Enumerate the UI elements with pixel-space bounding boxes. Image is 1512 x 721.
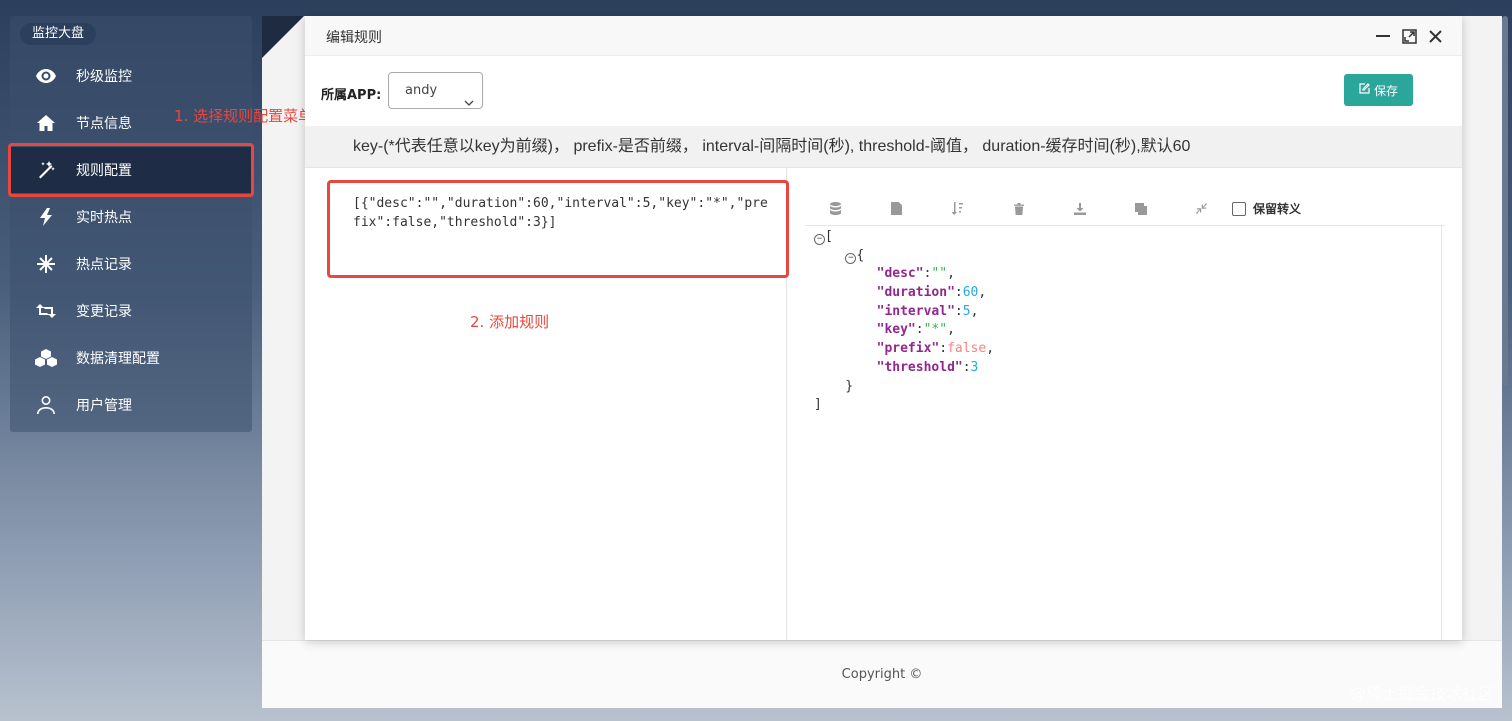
edit-icon (1359, 83, 1370, 97)
cubes-icon (34, 349, 58, 367)
save-button[interactable]: 保存 (1344, 74, 1413, 106)
sort-icon[interactable] (927, 202, 988, 215)
app-label: 所属APP: (321, 88, 382, 103)
user-icon (34, 396, 58, 414)
annotation-step1: 1. 选择规则配置菜单 (174, 107, 314, 125)
chevron-down-icon (464, 85, 474, 120)
json-toolbar: 保留转义 (805, 192, 1445, 226)
save-label: 保存 (1373, 83, 1398, 98)
annotation-step2: 2. 添加规则 (470, 313, 550, 331)
sidebar: 监控大盘 秒级监控 节点信息 规则配置 实时热点 热点记录 变更记录 数据清理配… (10, 16, 252, 432)
highlight-box-menu (8, 143, 254, 197)
maximize-button[interactable] (1399, 26, 1419, 46)
sidebar-item-label: 用户管理 (76, 398, 132, 414)
sidebar-item-label: 实时热点 (76, 210, 132, 226)
collapse-icon[interactable]: − (845, 252, 857, 264)
sidebar-item-second-monitor[interactable]: 秒级监控 (10, 53, 252, 99)
modal-title: 编辑规则 (326, 30, 382, 46)
sidebar-item-label: 秒级监控 (76, 69, 132, 85)
trash-icon[interactable] (988, 202, 1049, 215)
snowflake-icon (34, 255, 58, 273)
sidebar-item-label: 热点记录 (76, 257, 132, 273)
sidebar-item-change-records[interactable]: 变更记录 (10, 288, 252, 334)
home-icon (34, 115, 58, 131)
app-select-value: andy (405, 83, 438, 98)
watermark: @稀土掘金技术社区 (1349, 684, 1494, 703)
keep-escape-checkbox[interactable]: 保留转义 (1232, 200, 1301, 217)
collapse-icon[interactable]: − (814, 234, 825, 245)
checkbox-box[interactable] (1232, 201, 1246, 216)
download-icon[interactable] (1049, 202, 1110, 215)
background-corner (262, 16, 304, 58)
rule-hint: key-(*代表任意以key为前缀)， prefix-是否前缀， interva… (305, 126, 1462, 168)
sidebar-item-label: 数据清理配置 (76, 351, 160, 367)
eye-icon (34, 69, 58, 83)
close-button[interactable] (1425, 26, 1445, 46)
json-view-border (1441, 226, 1442, 640)
minimize-button[interactable] (1373, 26, 1393, 46)
modal-header: 编辑规则 (305, 16, 1462, 56)
page-scrollbar[interactable] (1502, 16, 1508, 386)
excel-file-icon[interactable] (866, 202, 927, 215)
bolt-icon (34, 208, 58, 226)
keep-escape-label: 保留转义 (1253, 202, 1302, 216)
sidebar-item-data-cleanup[interactable]: 数据清理配置 (10, 335, 252, 381)
database-icon[interactable] (805, 202, 866, 215)
compress-icon[interactable] (1171, 203, 1232, 214)
sidebar-item-hotspot-records[interactable]: 热点记录 (10, 241, 252, 287)
retweet-icon (34, 304, 58, 318)
json-tree-view[interactable]: −[ −{ "desc":"", "duration":60, "interva… (814, 228, 994, 415)
page-footer: Copyright © (262, 640, 1502, 708)
sidebar-item-label: 节点信息 (76, 116, 132, 132)
copy-icon[interactable] (1110, 202, 1171, 215)
highlight-box-rule (327, 180, 789, 278)
copyright-text: Copyright © (841, 667, 923, 682)
sidebar-item-realtime-hotspot[interactable]: 实时热点 (10, 194, 252, 240)
sidebar-item-user-management[interactable]: 用户管理 (10, 382, 252, 428)
dashboard-badge[interactable]: 监控大盘 (20, 23, 97, 45)
app-select[interactable]: andy (388, 72, 483, 109)
sidebar-item-label: 变更记录 (76, 304, 132, 320)
